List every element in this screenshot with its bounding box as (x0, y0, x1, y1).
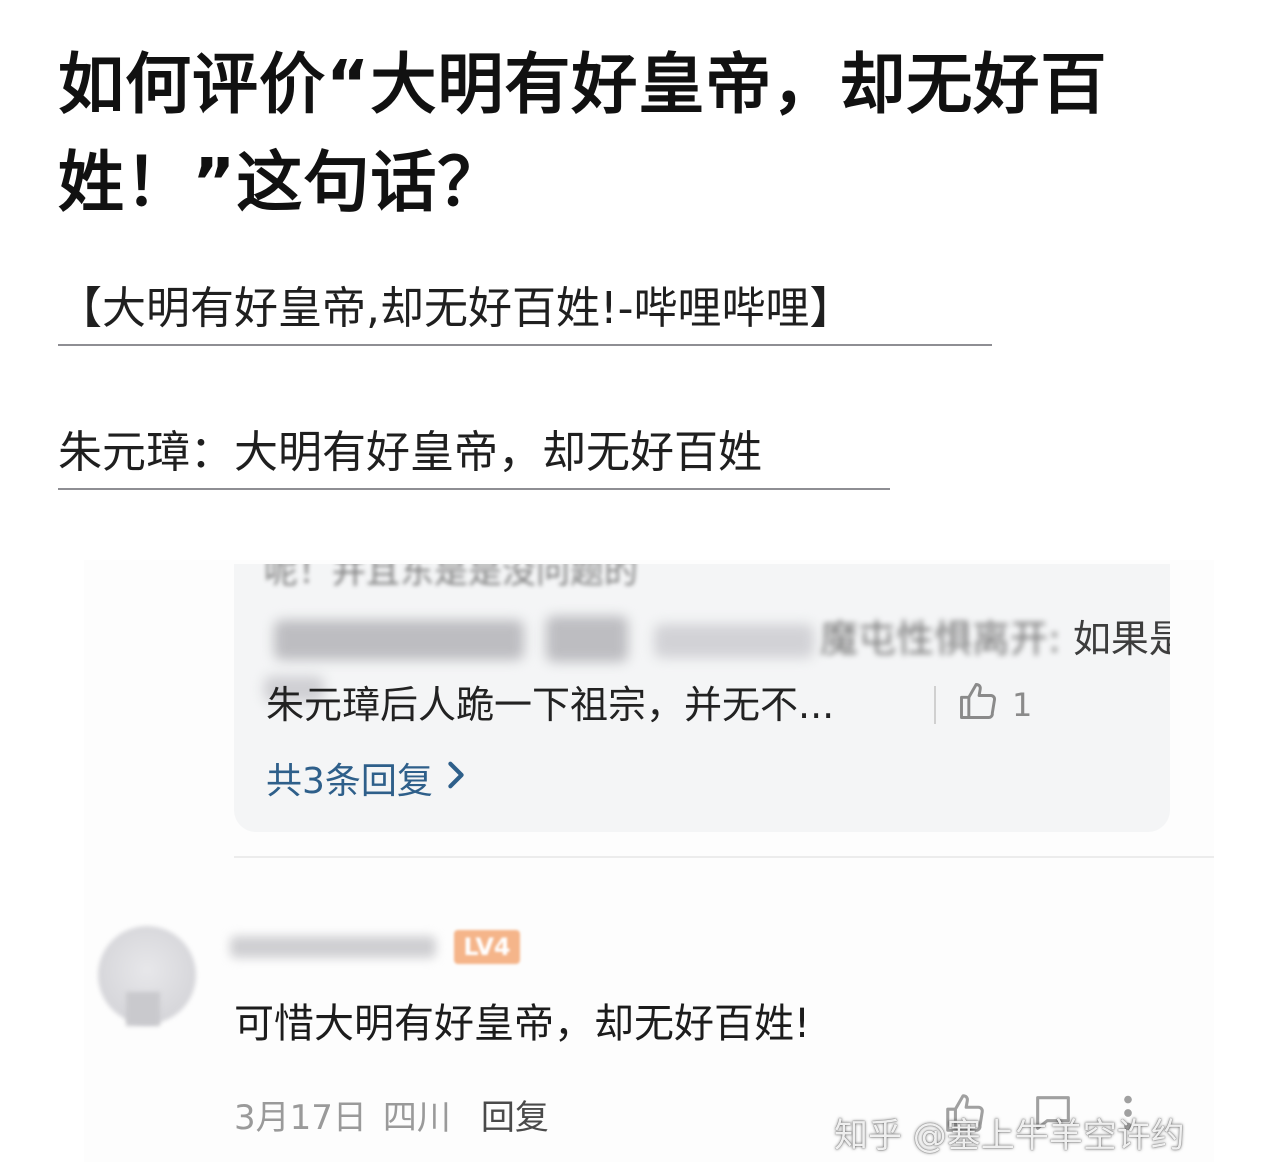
reply-like[interactable]: 1 (934, 678, 1032, 732)
zhu-yuanzhang-link[interactable]: 朱元璋：大明有好皇帝，却无好百姓 (58, 424, 890, 490)
reply-first-words: 如果是 (1072, 617, 1170, 661)
thumbs-up-icon[interactable] (956, 679, 1000, 731)
comment-location: 四川 (382, 1098, 451, 1138)
comment-meta: 3月17日 四川 回复 (234, 1096, 549, 1140)
reply-author: 魔屯性惧离开: (820, 617, 1061, 661)
level-badge: LV4 (454, 930, 520, 964)
avatar-blur-square (126, 992, 160, 1026)
blurred-badge (546, 616, 628, 662)
blurred-username-2 (654, 624, 814, 658)
more-replies-link[interactable]: 共3条回复 (266, 752, 469, 804)
separator (934, 686, 936, 724)
reply-like-count: 1 (1012, 686, 1033, 724)
chevron-right-icon (443, 758, 469, 799)
divider (234, 856, 1214, 858)
cut-off-reply-line: 呢！并且东是是没问题的 (264, 564, 638, 592)
embedded-screenshot: 呢！并且东是是没问题的 魔屯性惧离开: 如果是 朱元璋后人跪一下祖宗，并无不..… (84, 560, 1214, 1162)
more-replies-label: 共3条回复 (266, 761, 433, 802)
reply-text: 朱元璋后人跪一下祖宗，并无不... (266, 683, 835, 727)
bilibili-link[interactable]: 【大明有好皇帝,却无好百姓!-哔哩哔哩】 (58, 280, 992, 346)
blurred-username (274, 620, 524, 660)
zhihu-watermark: 知乎 @塞上牛羊空许约 (834, 1116, 1185, 1156)
blurred-commenter-name (230, 936, 436, 958)
reply-thread: 呢！并且东是是没问题的 魔屯性惧离开: 如果是 朱元璋后人跪一下祖宗，并无不..… (234, 564, 1170, 832)
question-title: 如何评价“大明有好皇帝，却无好百姓！”这句话？ (58, 46, 1108, 221)
comment-date: 3月17日 (234, 1098, 367, 1138)
reply-author-tail: 魔屯性惧离开: 如果是 (820, 614, 1170, 664)
comment-text: 可惜大明有好皇帝，却无好百姓! (234, 1001, 811, 1047)
reply-button[interactable]: 回复 (481, 1096, 549, 1140)
